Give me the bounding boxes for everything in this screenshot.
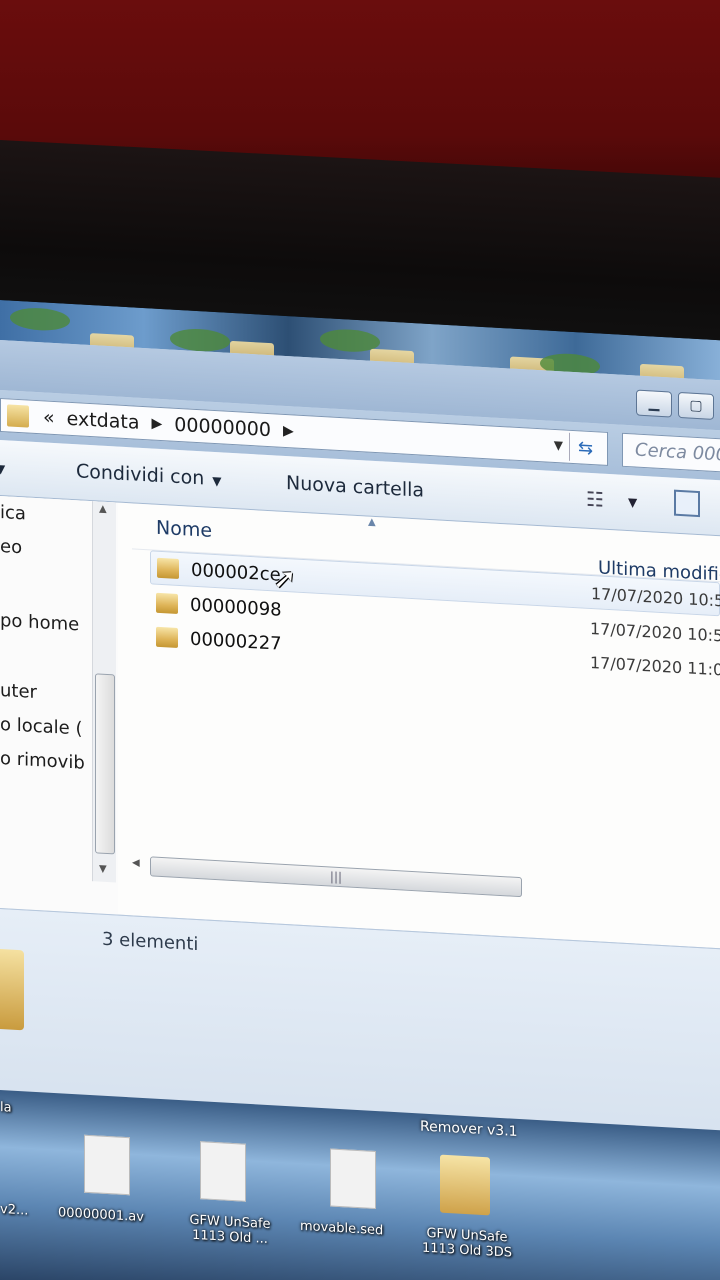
explorer-window: ▁ ▢ « extdata ▶ 00000000 ▶ ▼ ⇆ Cerca 000…	[0, 340, 720, 1141]
scroll-thumb[interactable]: |||	[150, 856, 522, 898]
nav-item-homegroup[interactable]: po home	[0, 610, 92, 636]
file-date: 17/07/2020 11:05	[590, 652, 720, 681]
column-name[interactable]: Nome	[156, 517, 212, 542]
file-date: 17/07/2020 10:52	[590, 618, 720, 647]
folder-icon	[7, 404, 29, 428]
folder-icon	[157, 557, 179, 580]
content-area: ica eo po home uter o locale ( o rimovib…	[0, 496, 720, 949]
refresh-icon[interactable]: ⇆	[569, 432, 601, 463]
desktop-label[interactable]: v2...	[0, 1202, 28, 1219]
search-input[interactable]: Cerca 000	[622, 432, 720, 473]
desktop-label[interactable]: GFW UnSafe 1113 Old 3DS	[412, 1225, 522, 1261]
mouse-cursor-icon: ➚	[273, 561, 297, 596]
scroll-down-icon[interactable]: ▼	[99, 864, 107, 875]
chevron-down-icon: ▼	[212, 473, 222, 489]
wallpaper-leaf	[10, 306, 70, 332]
desktop-file-icon[interactable]	[330, 1148, 376, 1210]
folder-preview-icon	[0, 948, 24, 1031]
share-with-button[interactable]: Condividi con ▼	[76, 460, 222, 490]
file-name: 00000098	[190, 594, 282, 621]
minimize-button[interactable]: ▁	[636, 389, 672, 418]
file-name: 000002ce	[191, 559, 281, 586]
breadcrumb-overflow-icon[interactable]: «	[43, 406, 55, 429]
nav-item-removable-disk[interactable]: o rimovib	[0, 748, 92, 774]
scroll-thumb[interactable]	[95, 673, 115, 855]
share-with-label: Condividi con	[76, 460, 205, 490]
nav-item-computer[interactable]: uter	[0, 680, 92, 706]
sort-ascending-icon: ▲	[368, 516, 376, 529]
desktop-label[interactable]: GFW UnSafe 1113 Old ...	[180, 1212, 280, 1248]
maximize-button[interactable]: ▢	[678, 391, 714, 420]
desktop-file-icon[interactable]	[200, 1141, 246, 1202]
screen: ▁ ▢ « extdata ▶ 00000000 ▶ ▼ ⇆ Cerca 000…	[0, 300, 720, 1280]
file-date: 17/07/2020 10:5	[591, 584, 720, 611]
breadcrumb-arrow-icon[interactable]: ▶	[283, 423, 294, 440]
navigation-pane: ica eo po home uter o locale ( o rimovib…	[0, 496, 118, 915]
file-name: 00000227	[190, 628, 282, 655]
minimize-icon: ▁	[648, 395, 660, 412]
breadcrumb-extdata[interactable]: extdata	[67, 408, 140, 434]
horizontal-scrollbar[interactable]: ◀ |||	[132, 855, 720, 908]
view-caret-icon[interactable]: ▼	[628, 495, 637, 510]
preview-pane-icon[interactable]	[674, 489, 700, 518]
folder-icon	[156, 626, 178, 648]
scroll-up-icon[interactable]: ▲	[99, 504, 107, 515]
file-list: ▲ Nome Ultima modifica 000002ce 17/07/20…	[132, 503, 720, 948]
nav-item[interactable]: eo	[0, 536, 92, 562]
breadcrumb-arrow-icon[interactable]: ▶	[151, 415, 162, 432]
view-options-icon[interactable]: ☷	[586, 487, 604, 512]
history-dropdown-icon[interactable]: ▼	[554, 438, 563, 453]
new-folder-button[interactable]: Nuova cartella	[286, 472, 424, 502]
folder-icon	[156, 592, 178, 614]
breadcrumb-00000000[interactable]: 00000000	[174, 414, 271, 441]
item-count: 3 elementi	[102, 928, 199, 956]
nav-scrollbar[interactable]: ▲ ▼	[92, 501, 116, 883]
scroll-left-icon[interactable]: ◀	[132, 857, 140, 868]
nav-item-local-disk[interactable]: o locale (	[0, 714, 92, 740]
desktop-folder-icon[interactable]	[440, 1154, 490, 1216]
maximize-icon: ▢	[689, 397, 703, 415]
desktop-label[interactable]: la	[0, 1100, 12, 1116]
organize-caret-icon[interactable]: ▼	[0, 462, 5, 477]
desktop-file-icon[interactable]	[84, 1134, 130, 1196]
nav-item[interactable]: ica	[0, 502, 92, 528]
